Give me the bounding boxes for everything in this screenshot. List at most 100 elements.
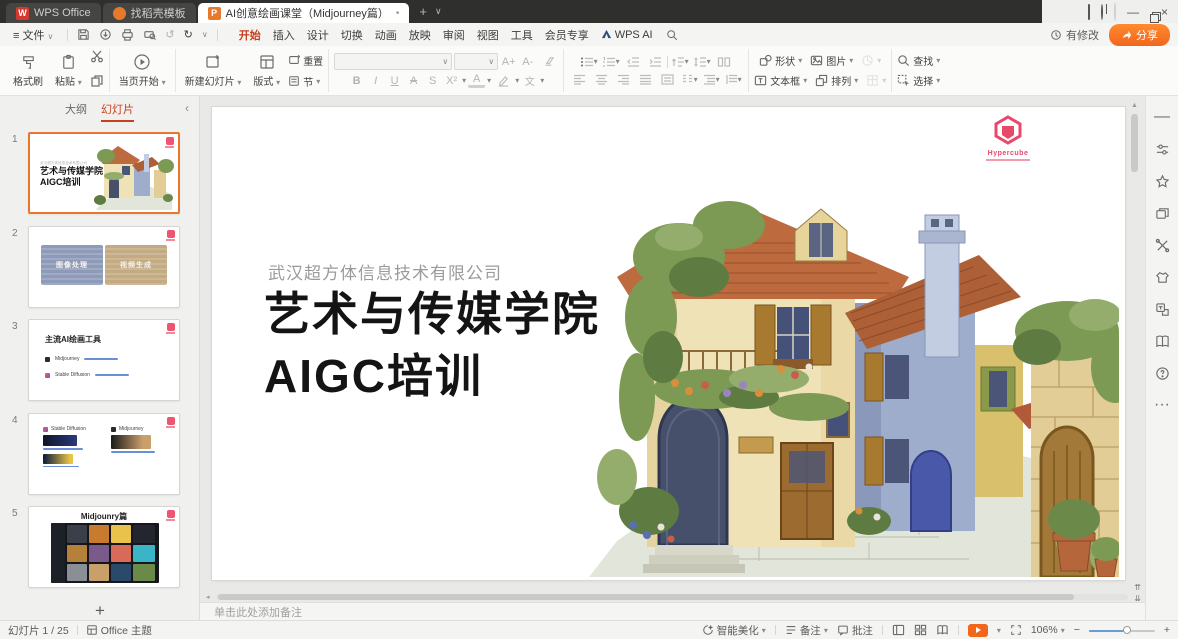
format-painter-button[interactable]: 格式刷 bbox=[9, 53, 47, 89]
comments-button[interactable]: 批注 bbox=[837, 623, 873, 638]
decrease-font-button[interactable]: A- bbox=[519, 54, 536, 69]
menu-review[interactable]: 审阅 bbox=[438, 25, 470, 45]
convert-to-diagram-button[interactable] bbox=[714, 54, 734, 69]
slide-company-text[interactable]: 武汉超方体信息技术有限公司 bbox=[268, 259, 502, 284]
horizontal-scrollbar[interactable]: ◂ bbox=[206, 593, 1128, 601]
underline-button[interactable]: U bbox=[386, 73, 403, 88]
italic-button[interactable]: I bbox=[367, 73, 384, 88]
bullet-list-button[interactable]: ▾ bbox=[579, 54, 599, 69]
section-button[interactable]: 节▾ bbox=[288, 74, 323, 89]
tab-docer-templates[interactable]: 找稻壳模板 bbox=[103, 3, 196, 23]
redo-button[interactable]: ↻ bbox=[184, 28, 193, 41]
columns-button[interactable]: ▾ bbox=[679, 72, 699, 87]
normal-view-button[interactable] bbox=[892, 624, 905, 636]
reset-slide-button[interactable]: 重置 bbox=[288, 53, 323, 68]
smart-tools-icon[interactable] bbox=[1153, 236, 1171, 254]
add-slide-button[interactable]: + bbox=[0, 601, 200, 621]
menu-animation[interactable]: 动画 bbox=[370, 25, 402, 45]
theme-indicator[interactable]: Office 主题 bbox=[86, 623, 152, 638]
slide-thumbnail-4[interactable]: Stable Diffusion Midjourney bbox=[28, 413, 180, 495]
cut-button[interactable] bbox=[90, 49, 104, 68]
play-from-current-button[interactable]: 当页开始 ▾ bbox=[115, 52, 170, 89]
slide-layout-button[interactable]: 版式 ▾ bbox=[249, 52, 284, 89]
align-right-button[interactable] bbox=[613, 72, 633, 87]
increase-indent-button[interactable] bbox=[645, 54, 665, 69]
text-direction-button[interactable]: ▾ bbox=[670, 54, 690, 69]
scroll-up-icon[interactable]: ▲ bbox=[1130, 102, 1139, 109]
print-icon[interactable] bbox=[121, 28, 134, 41]
arrange-button[interactable]: 排列▾ bbox=[815, 73, 858, 88]
slide-editor[interactable]: Hypercube 武汉超方体信息技术有限公司 艺术与传媒学院AIGC培训 bbox=[212, 107, 1125, 580]
object-properties-icon[interactable] bbox=[1153, 140, 1171, 158]
help-icon[interactable] bbox=[1153, 364, 1171, 382]
font-color-button[interactable]: A bbox=[468, 73, 485, 88]
tabs-overview-icon[interactable] bbox=[1088, 6, 1090, 18]
slide-title-text[interactable]: 艺术与传媒学院AIGC培训 bbox=[264, 283, 600, 407]
search-icon[interactable] bbox=[666, 29, 678, 41]
undo-button[interactable]: ↺ bbox=[165, 28, 174, 41]
justify-button[interactable] bbox=[635, 72, 655, 87]
menu-tools[interactable]: 工具 bbox=[506, 25, 538, 45]
avatar[interactable] bbox=[1114, 3, 1116, 21]
zoom-in-button[interactable]: + bbox=[1164, 624, 1170, 636]
decrease-indent-button[interactable] bbox=[623, 54, 643, 69]
theme-skin-icon[interactable] bbox=[1153, 268, 1171, 286]
slide-thumbnail-2[interactable]: 图像处理 视频生成 bbox=[28, 226, 180, 308]
translate-icon[interactable] bbox=[1153, 300, 1171, 318]
modified-status[interactable]: 有修改 bbox=[1050, 27, 1099, 43]
align-center-button[interactable] bbox=[591, 72, 611, 87]
paragraph-settings-button[interactable]: ▾ bbox=[723, 72, 743, 87]
clear-format-button[interactable] bbox=[538, 54, 558, 69]
new-tab-button[interactable]: + bbox=[419, 4, 427, 19]
tab-list-chevron[interactable]: ∨ bbox=[435, 6, 442, 17]
strikethrough-button[interactable]: A bbox=[405, 73, 422, 88]
insert-picture-button[interactable]: 图片▾ bbox=[810, 53, 853, 68]
collapse-panel-icon[interactable]: ‹ bbox=[185, 101, 189, 115]
effects-star-icon[interactable] bbox=[1153, 172, 1171, 190]
copy-button[interactable] bbox=[90, 74, 104, 93]
font-size-select[interactable]: ∨ bbox=[454, 53, 498, 70]
menu-member[interactable]: 会员专享 bbox=[540, 25, 594, 45]
scroll-left-icon[interactable]: ◂ bbox=[206, 593, 210, 601]
export-icon[interactable] bbox=[99, 28, 112, 41]
slide-thumbnail-5[interactable]: Midjounry篇 bbox=[28, 506, 180, 588]
menu-design[interactable]: 设计 bbox=[302, 25, 334, 45]
smart-beautify-button[interactable]: 智能美化▾ bbox=[702, 623, 766, 638]
more-icon[interactable]: ··· bbox=[1153, 396, 1171, 414]
new-slide-button[interactable]: 新建幻灯片 ▾ bbox=[181, 52, 246, 89]
superscript-button[interactable]: X² bbox=[443, 73, 460, 88]
tab-current-document[interactable]: P AI创意绘画课堂（Midjourney篇） • bbox=[198, 3, 410, 23]
slide-sorter-view-button[interactable] bbox=[914, 624, 927, 636]
notes-button[interactable]: 备注▾ bbox=[785, 623, 828, 638]
file-menu[interactable]: ≡ 文件 ∨ bbox=[8, 25, 58, 45]
highlight-pen-button[interactable] bbox=[493, 73, 513, 88]
study-book-icon[interactable] bbox=[1153, 332, 1171, 350]
previous-slide-button[interactable]: ⇈ bbox=[1134, 584, 1141, 592]
vertical-scrollbar[interactable]: ▲ bbox=[1130, 102, 1139, 580]
font-family-select[interactable]: ∨ bbox=[334, 53, 452, 70]
play-options-chevron[interactable]: ▾ bbox=[997, 626, 1001, 635]
close-button[interactable]: × bbox=[1161, 6, 1168, 18]
slideshow-play-button[interactable] bbox=[968, 624, 988, 637]
menu-wps-ai[interactable]: WPS AI bbox=[596, 27, 658, 43]
slide-thumbnail-3[interactable]: 主流AI绘画工具 Midjourney Stable Diffusion bbox=[28, 319, 180, 401]
panel-handle-icon[interactable]: — bbox=[1153, 108, 1171, 126]
insert-table-button[interactable]: ▾ bbox=[866, 74, 886, 87]
menu-view[interactable]: 视图 bbox=[472, 25, 504, 45]
history-chevron[interactable]: ∨ bbox=[202, 30, 208, 39]
slide-thumbnail-1[interactable]: 武汉超方体信息技术有限公司 艺术与传媒学院AIGC培训 bbox=[28, 132, 180, 214]
tab-wps-home[interactable]: W WPS Office bbox=[6, 3, 101, 23]
distribute-button[interactable] bbox=[657, 72, 677, 87]
text-shadow-button[interactable]: S bbox=[424, 73, 441, 88]
menu-slideshow[interactable]: 放映 bbox=[404, 25, 436, 45]
menu-home[interactable]: 开始 bbox=[234, 25, 266, 45]
insert-chart-button[interactable]: ▾ bbox=[861, 54, 881, 67]
bold-button[interactable]: B bbox=[348, 73, 365, 88]
share-button[interactable]: 分享 bbox=[1109, 24, 1170, 46]
minimize-button[interactable]: — bbox=[1127, 6, 1139, 18]
paste-button[interactable]: 粘贴 ▾ bbox=[51, 53, 86, 89]
reading-view-button[interactable] bbox=[936, 624, 949, 636]
notes-input[interactable]: 单击此处添加备注 bbox=[200, 602, 1145, 620]
menu-transition[interactable]: 切换 bbox=[336, 25, 368, 45]
insert-textbox-button[interactable]: 文本框▾ bbox=[754, 73, 807, 88]
